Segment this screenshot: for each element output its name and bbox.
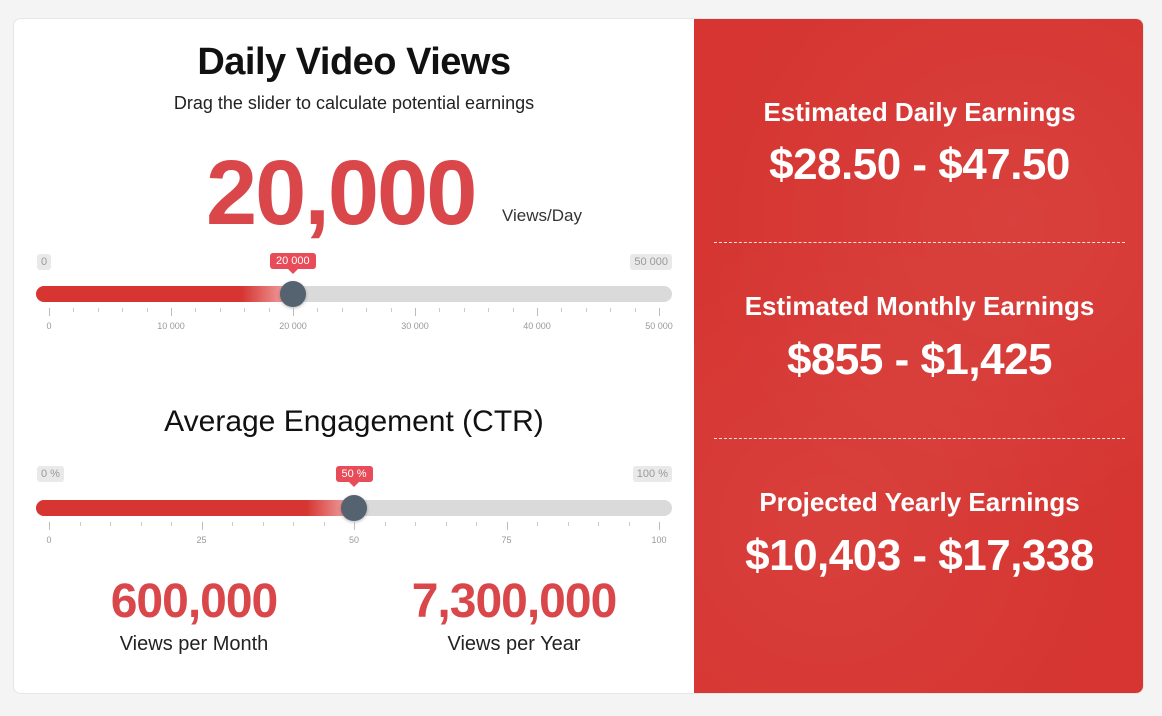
slider-tick	[659, 308, 660, 316]
slider-tick	[488, 308, 490, 312]
monthly-earnings-value: $855 - $1,425	[786, 335, 1053, 384]
slider-tick	[354, 522, 355, 530]
slider-fill	[36, 286, 293, 302]
slider-tick-label: 50	[348, 535, 360, 545]
slider-tick	[73, 308, 75, 312]
slider-tick-label: 0	[46, 321, 52, 331]
slider-tick-label: 50 000	[645, 321, 673, 331]
yearly-earnings-value: $10,403 - $17,338	[745, 531, 1094, 580]
slider-tick	[79, 522, 81, 526]
yearly-views-value: 7,300,000	[411, 575, 618, 628]
daily-views-title: Daily Video Views	[197, 41, 511, 83]
slider-tick	[415, 308, 416, 316]
slider-tick	[537, 522, 538, 526]
slider-tick	[317, 308, 319, 312]
monthly-earnings-title: Estimated Monthly Earnings	[744, 291, 1095, 321]
daily-earnings-value: $28.50 - $47.50	[769, 140, 1070, 189]
divider	[714, 438, 1125, 439]
earnings-results-panel: Estimated Daily Earnings $28.50 - $47.50…	[694, 19, 1143, 693]
slider-tick	[262, 522, 264, 526]
slider-tick	[628, 522, 630, 526]
slider-tick	[219, 308, 221, 312]
slider-fill	[36, 500, 354, 516]
slider-tick	[146, 308, 148, 312]
monthly-views-value: 600,000	[110, 575, 279, 628]
slider-tick-label: 10 000	[157, 321, 185, 331]
slider-tick	[323, 522, 325, 526]
slider-tick	[415, 522, 416, 526]
slider-tick-label: 30 000	[401, 321, 429, 331]
earnings-calculator-card: Daily Video Views Drag the slider to cal…	[13, 18, 1144, 694]
slider-tick	[97, 308, 99, 312]
daily-earnings-title: Estimated Daily Earnings	[763, 97, 1076, 127]
slider-tick	[244, 308, 246, 312]
slider-min-label: 0	[37, 254, 52, 270]
engagement-title: Average Engagement (CTR)	[164, 405, 544, 438]
slider-tick	[537, 308, 538, 316]
slider-tick	[171, 308, 172, 316]
slider-tick-label: 20 000	[279, 321, 307, 331]
slider-tick	[49, 308, 50, 316]
slider-tick	[341, 308, 343, 312]
slider-tick-label: 100	[651, 535, 667, 545]
slider-tick	[366, 308, 368, 312]
slider-tick	[439, 308, 441, 312]
slider-tick	[463, 308, 465, 312]
slider-max-label: 50 000	[630, 254, 672, 270]
slider-tick	[476, 522, 477, 526]
slider-tick	[610, 308, 612, 312]
slider-tick	[293, 308, 294, 316]
daily-views-subtitle: Drag the slider to calculate potential e…	[173, 93, 535, 113]
slider-tick	[110, 522, 111, 526]
slider-min-label: 0 %	[37, 466, 64, 482]
slider-tick	[561, 308, 563, 312]
yearly-views-label: Views per Year	[447, 633, 581, 655]
yearly-earnings-title: Projected Yearly Earnings	[759, 487, 1080, 517]
slider-tick	[445, 522, 447, 526]
slider-tick	[171, 522, 172, 526]
slider-handle[interactable]	[280, 281, 306, 307]
slider-tick	[195, 308, 197, 312]
slider-ticks: 0 10 000 20 000 30 000 40 000 50 000	[46, 308, 673, 331]
slider-tick	[384, 522, 386, 526]
slider-tick-label: 0	[46, 535, 52, 545]
slider-tick	[122, 308, 124, 312]
slider-tick	[268, 308, 270, 312]
daily-views-unit: Views/Day	[502, 206, 582, 225]
slider-tick	[598, 522, 599, 526]
daily-views-value: 20,000	[206, 142, 477, 244]
slider-tick	[506, 522, 508, 530]
slider-tick	[390, 308, 392, 312]
slider-tick	[293, 522, 294, 526]
slider-tick	[659, 522, 660, 530]
slider-value-bubble: 20 000	[270, 253, 316, 274]
slider-tick	[512, 308, 514, 312]
slider-tick	[232, 522, 233, 526]
divider	[714, 242, 1125, 243]
slider-tick	[585, 308, 587, 312]
slider-tick-label: 40 000	[523, 321, 551, 331]
slider-tick	[567, 522, 569, 526]
slider-tick	[201, 522, 203, 530]
slider-ticks: 0 25 50 75 100	[46, 522, 667, 545]
slider-tick	[634, 308, 636, 312]
slider-tick	[140, 522, 142, 526]
slider-handle[interactable]	[341, 495, 367, 521]
monthly-views-label: Views per Month	[119, 633, 269, 655]
slider-tick	[49, 522, 50, 530]
slider-tick-label: 75	[501, 535, 512, 545]
slider-tick-label: 25	[196, 535, 207, 545]
slider-value-bubble: 50 %	[335, 466, 373, 487]
slider-max-label: 100 %	[632, 466, 672, 482]
calculator-inputs-panel: Daily Video Views Drag the slider to cal…	[14, 19, 694, 693]
